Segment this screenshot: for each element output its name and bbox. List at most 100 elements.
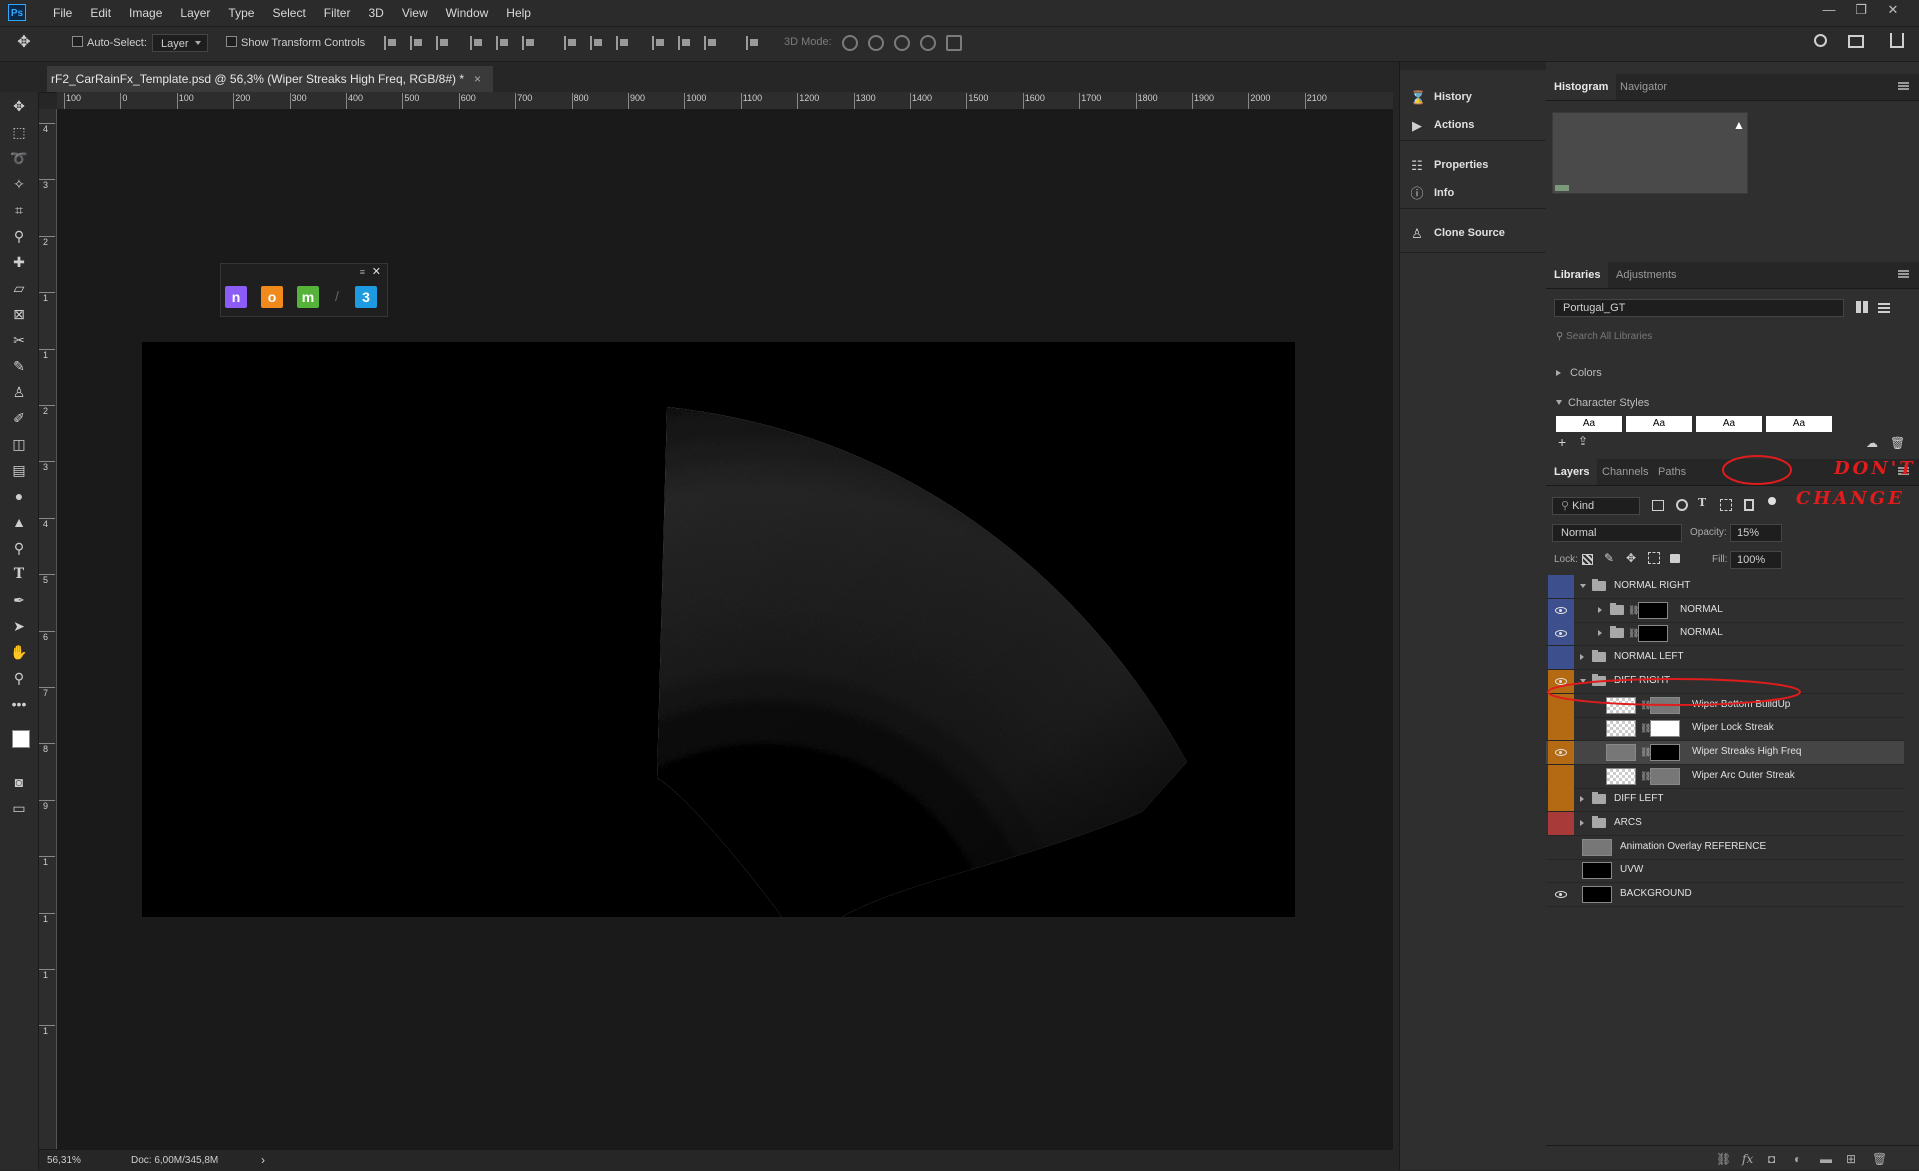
- collapse-arrow-icon[interactable]: [1580, 796, 1587, 803]
- plugin-launcher-icon[interactable]: m: [297, 286, 319, 308]
- 3d-pan-icon[interactable]: [894, 35, 910, 51]
- close-window-button[interactable]: ✕: [1877, 0, 1909, 22]
- layer-visibility-toggle[interactable]: [1548, 883, 1574, 906]
- eraser-tool-icon[interactable]: ◫: [9, 434, 29, 454]
- menu-edit[interactable]: Edit: [81, 0, 120, 26]
- colors-section[interactable]: Colors: [1556, 367, 1602, 379]
- puppet-warp-tool-icon[interactable]: ✂: [9, 330, 29, 350]
- layer-row[interactable]: DIFF LEFT: [1546, 788, 1904, 813]
- menu-type[interactable]: Type: [219, 0, 263, 26]
- layer-thumbnail[interactable]: [1606, 767, 1636, 785]
- layer-visibility-toggle[interactable]: [1548, 859, 1574, 882]
- screen-mode-icon[interactable]: ▭: [9, 798, 29, 818]
- layer-row[interactable]: UVW: [1546, 859, 1904, 884]
- align-hcenter-icon[interactable]: [496, 36, 510, 50]
- layer-thumbnail[interactable]: [1582, 862, 1612, 880]
- library-dropdown[interactable]: Portugal_GT: [1554, 299, 1844, 317]
- align-bottom-icon[interactable]: [436, 36, 450, 50]
- new-layer-icon[interactable]: ⊞: [1846, 1152, 1856, 1166]
- distribute-top-icon[interactable]: [564, 36, 578, 50]
- share-icon[interactable]: [1890, 33, 1904, 48]
- history-brush-tool-icon[interactable]: ✐: [9, 408, 29, 428]
- link-layers-icon[interactable]: ⛓: [1716, 1152, 1731, 1166]
- layer-row[interactable]: BACKGROUND: [1546, 883, 1904, 908]
- mask-thumbnail[interactable]: [1650, 743, 1680, 761]
- clone-stamp-tool-icon[interactable]: ♙: [9, 382, 29, 402]
- magic-wand-tool-icon[interactable]: ✧: [9, 174, 29, 194]
- type-tool-icon[interactable]: T: [9, 564, 29, 584]
- palette-close-icon[interactable]: ✕: [372, 265, 381, 278]
- move-tool-icon[interactable]: ✥: [9, 96, 29, 116]
- document-canvas[interactable]: [142, 342, 1295, 917]
- workspace-icon[interactable]: [1848, 35, 1864, 48]
- sharpen-tool-icon[interactable]: ▲: [9, 512, 29, 532]
- status-menu-arrow[interactable]: ›: [261, 1153, 265, 1167]
- dock-clone-source[interactable]: ♙ Clone Source: [1410, 222, 1505, 244]
- brush-tool-icon[interactable]: ✎: [9, 356, 29, 376]
- character-styles-section[interactable]: Character Styles: [1556, 397, 1649, 409]
- new-group-icon[interactable]: ▬: [1820, 1152, 1832, 1166]
- menu-layer[interactable]: Layer: [171, 0, 219, 26]
- dodge-tool-icon[interactable]: ⚲: [9, 538, 29, 558]
- 3d-orbit-icon[interactable]: [842, 35, 858, 51]
- menu-select[interactable]: Select: [263, 0, 314, 26]
- tab-libraries[interactable]: Libraries: [1546, 262, 1609, 288]
- layer-style-icon[interactable]: fx: [1742, 1152, 1753, 1166]
- distribute-right-icon[interactable]: [704, 36, 718, 50]
- auto-align-icon[interactable]: [746, 36, 760, 50]
- align-left-icon[interactable]: [470, 36, 484, 50]
- auto-select-target-dropdown[interactable]: Layer: [152, 34, 208, 52]
- dock-history[interactable]: ⌛ History: [1410, 86, 1472, 108]
- pen-tool-icon[interactable]: ✒: [9, 590, 29, 610]
- dock-properties[interactable]: ☷ Properties: [1410, 154, 1488, 176]
- list-view-icon[interactable]: [1878, 301, 1890, 313]
- panel-menu-icon[interactable]: [1898, 270, 1909, 278]
- close-tab-icon[interactable]: ×: [474, 72, 481, 86]
- path-selection-tool-icon[interactable]: ➤: [9, 616, 29, 636]
- add-mask-icon[interactable]: ◘: [1768, 1152, 1775, 1166]
- zoom-level[interactable]: 56,31%: [47, 1155, 81, 1166]
- tab-histogram[interactable]: Histogram: [1546, 74, 1617, 100]
- distribute-vcenter-icon[interactable]: [590, 36, 604, 50]
- layer-visibility-toggle[interactable]: [1548, 788, 1574, 812]
- layer-row[interactable]: ⛓ Wiper Streaks High Freq: [1546, 740, 1904, 765]
- align-right-icon[interactable]: [522, 36, 536, 50]
- menu-3d[interactable]: 3D: [359, 0, 392, 26]
- dock-info[interactable]: ⓘ Info: [1410, 182, 1454, 204]
- adjustment-layer-icon[interactable]: ◐: [1794, 1152, 1801, 1166]
- menu-file[interactable]: File: [44, 0, 81, 26]
- plugin-launcher-icon[interactable]: 3: [355, 286, 377, 308]
- layer-thumbnail[interactable]: [1606, 743, 1636, 761]
- character-style-thumb[interactable]: Aa: [1626, 416, 1692, 432]
- 3d-slide-icon[interactable]: [920, 35, 936, 51]
- healing-brush-tool-icon[interactable]: ✚: [9, 252, 29, 272]
- more-tools-icon[interactable]: •••: [9, 694, 29, 714]
- layer-visibility-toggle[interactable]: [1548, 836, 1574, 859]
- menu-image[interactable]: Image: [120, 0, 171, 26]
- dock-actions[interactable]: ▶ Actions: [1410, 114, 1474, 136]
- layer-visibility-toggle[interactable]: [1548, 764, 1574, 788]
- layer-thumbnail[interactable]: [1582, 838, 1612, 856]
- mask-thumbnail[interactable]: [1650, 720, 1680, 738]
- menu-filter[interactable]: Filter: [315, 0, 360, 26]
- grid-view-icon[interactable]: [1856, 301, 1868, 313]
- layer-thumbnail[interactable]: [1582, 886, 1612, 904]
- library-search-input[interactable]: ⚲ Search All Libraries: [1556, 330, 1908, 346]
- layer-visibility-toggle[interactable]: [1548, 812, 1574, 835]
- collapse-arrow-icon[interactable]: [1580, 820, 1587, 826]
- move-tool-preset-icon[interactable]: ✥: [14, 33, 34, 53]
- distribute-hcenter-icon[interactable]: [678, 36, 692, 50]
- blur-tool-icon[interactable]: ●: [9, 486, 29, 506]
- mask-thumbnail[interactable]: [1650, 767, 1680, 785]
- hand-tool-icon[interactable]: ✋: [9, 642, 29, 662]
- layer-row[interactable]: Animation Overlay REFERENCE: [1546, 836, 1904, 860]
- document-tab[interactable]: rF2_CarRainFx_Template.psd @ 56,3% (Wipe…: [47, 66, 494, 92]
- quick-mask-icon[interactable]: ◙: [9, 772, 29, 792]
- menu-window[interactable]: Window: [437, 0, 498, 26]
- frame-tool-icon[interactable]: ⊠: [9, 304, 29, 324]
- zoom-tool-icon[interactable]: ⚲: [9, 668, 29, 688]
- distribute-bottom-icon[interactable]: [616, 36, 630, 50]
- menu-help[interactable]: Help: [497, 0, 540, 26]
- align-top-icon[interactable]: [384, 36, 398, 50]
- palette-menu-icon[interactable]: ≡: [360, 267, 365, 277]
